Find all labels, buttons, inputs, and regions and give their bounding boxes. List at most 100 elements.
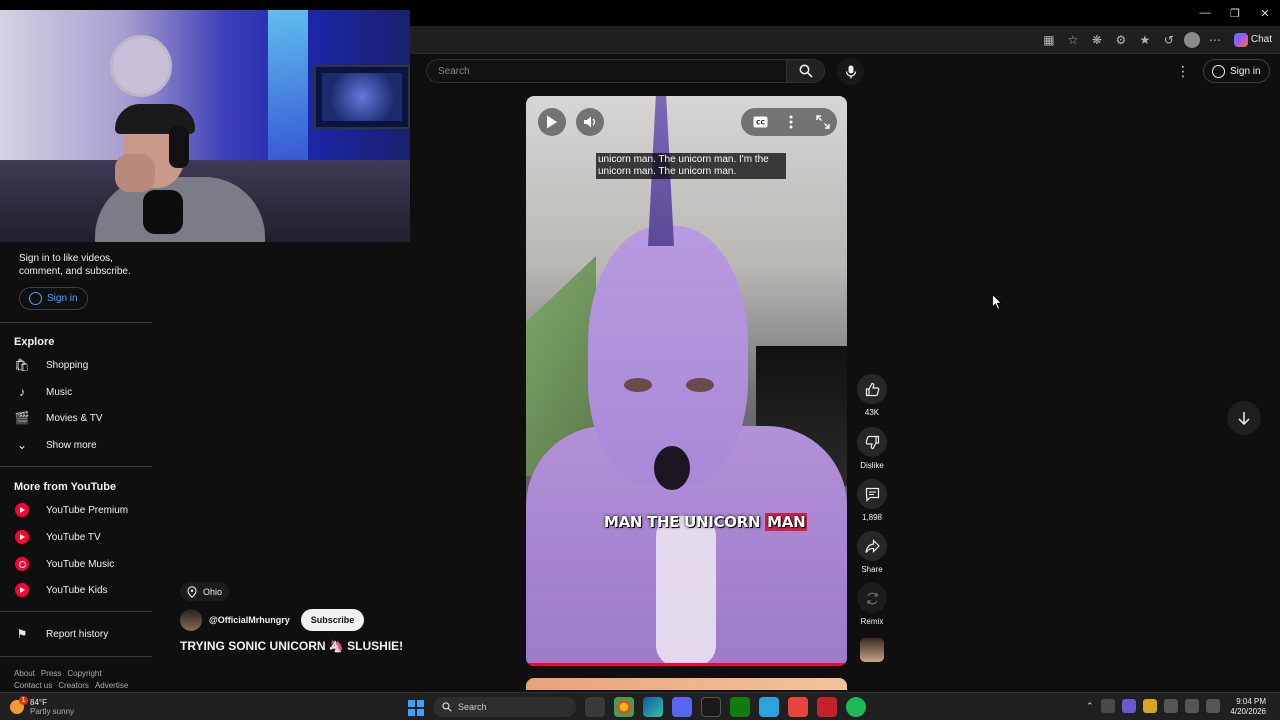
mouse-cursor-icon	[992, 294, 1002, 310]
search-icon	[799, 64, 813, 78]
search-placeholder: Search	[438, 65, 470, 77]
tray-app-icon[interactable]	[1121, 699, 1136, 713]
sidebar-item-show-more[interactable]: ⌄ Show more	[14, 435, 97, 455]
burned-in-caption: MAN THE UNICORN MAN	[604, 513, 808, 531]
windows-start-icon[interactable]	[408, 700, 424, 716]
search-button[interactable]	[787, 59, 825, 83]
taskbar-clock[interactable]: 9:04 PM 4/20/2026	[1230, 697, 1266, 717]
sidebar-item-shopping[interactable]: 🛍 Shopping	[14, 355, 88, 375]
footer-link-press[interactable]: Press	[41, 669, 61, 678]
shorts-video-player[interactable]: CC unicorn man. The unicorn man. I'm the…	[526, 96, 847, 666]
dislike-button[interactable]	[857, 427, 887, 457]
channel-handle[interactable]: @OfficialMrhungry	[209, 615, 290, 625]
tray-app-icon[interactable]	[1100, 699, 1115, 713]
share-button[interactable]	[857, 531, 887, 561]
footer-links-row1: About Press Copyright	[14, 669, 102, 678]
footer-link-creators[interactable]: Creators	[58, 681, 89, 690]
sidebar-item-youtube-music[interactable]: YouTube Music	[14, 554, 114, 574]
captions-button[interactable]: CC	[746, 108, 774, 136]
obs-icon[interactable]	[701, 697, 721, 717]
weather-widget[interactable]: 84°F Partly sunny	[10, 696, 74, 716]
next-short-preview[interactable]	[526, 678, 847, 690]
tray-speaker-icon[interactable]	[1205, 699, 1220, 713]
settings-menu-button[interactable]: ⋮	[1175, 63, 1191, 79]
video-title[interactable]: TRYING SONIC UNICORN 🦄 SLUSHIE!	[180, 639, 403, 653]
footer-link-contact[interactable]: Contact us	[14, 681, 52, 690]
restore-icon[interactable]: ❐	[1220, 7, 1250, 20]
like-button[interactable]	[857, 374, 887, 404]
more-options-icon[interactable]: ⋯	[1206, 31, 1224, 49]
sidebar-item-youtube-kids[interactable]: YouTube Kids	[14, 580, 108, 600]
header-signin-button[interactable]: Sign in	[1203, 59, 1270, 83]
weather-temperature: 84°F	[30, 698, 47, 707]
footer-link-about[interactable]: About	[14, 669, 35, 678]
subscribe-button[interactable]: Subscribe	[300, 609, 365, 631]
sidebar-signin-button[interactable]: Sign in	[19, 287, 88, 310]
tray-overflow-icon[interactable]: ⌃	[1086, 701, 1094, 712]
shopping-bag-icon: 🛍	[14, 358, 30, 372]
sidebar-item-report-history[interactable]: ⚑ Report history	[14, 624, 109, 644]
tray-mic-icon[interactable]	[1163, 699, 1178, 713]
maps-pin-icon[interactable]	[788, 697, 808, 717]
clock-date: 4/20/2026	[1230, 707, 1266, 716]
telegram-icon[interactable]	[759, 697, 779, 717]
search-input[interactable]: Search	[426, 59, 787, 83]
discord-icon[interactable]	[672, 697, 692, 717]
spotify-icon[interactable]	[846, 697, 866, 717]
closed-captions-icon: CC	[753, 116, 767, 128]
sidebar-item-music[interactable]: ♪ Music	[14, 382, 72, 402]
sidebar-item-youtube-tv[interactable]: YouTube TV	[14, 527, 101, 547]
channel-avatar[interactable]	[180, 609, 202, 631]
burned-in-caption-text: MAN THE UNICORN	[604, 513, 766, 531]
extensions-puzzle-icon[interactable]: ⚙	[1112, 31, 1130, 49]
clapperboard-icon: 🎬	[14, 411, 30, 425]
streaming-app-icon[interactable]	[817, 697, 837, 717]
sidebar-item-youtube-premium[interactable]: YouTube Premium	[14, 500, 128, 520]
minimize-icon[interactable]: —	[1190, 7, 1220, 19]
app-available-icon[interactable]: ▦	[1040, 31, 1058, 49]
favorites-icon[interactable]: ★	[1136, 31, 1154, 49]
volume-button[interactable]	[576, 108, 604, 136]
sidebar-item-label: Movies & TV	[46, 412, 103, 424]
svg-text:CC: CC	[756, 120, 765, 127]
edge-icon[interactable]	[643, 697, 663, 717]
play-button[interactable]	[538, 108, 566, 136]
sidebar-item-movies-tv[interactable]: 🎬 Movies & TV	[14, 408, 103, 428]
sidebar-item-label: YouTube Music	[46, 558, 115, 570]
voice-search-button[interactable]	[837, 58, 864, 85]
taskbar-search[interactable]: Search	[433, 697, 576, 717]
fullscreen-icon	[816, 115, 830, 129]
history-icon[interactable]: ↺	[1160, 31, 1178, 49]
location-label: Ohio	[203, 586, 223, 597]
tray-app-icon[interactable]	[1142, 699, 1157, 713]
sidebar-item-label: YouTube Kids	[46, 584, 108, 596]
remix-label: Remix	[860, 617, 884, 626]
task-view-icon[interactable]	[585, 697, 605, 717]
close-icon[interactable]: ✕	[1250, 7, 1280, 20]
player-more-button[interactable]	[777, 108, 805, 136]
location-chip[interactable]: Ohio	[180, 582, 230, 601]
profile-avatar[interactable]	[1183, 31, 1200, 48]
microphone-icon	[845, 65, 856, 78]
comments-button[interactable]	[857, 479, 887, 509]
fullscreen-button[interactable]	[809, 108, 837, 136]
tray-display-icon[interactable]	[1184, 699, 1199, 713]
remix-button[interactable]	[857, 583, 887, 613]
footer-link-advertise[interactable]: Advertise	[95, 681, 128, 690]
chrome-icon[interactable]	[614, 697, 634, 717]
location-pin-icon	[187, 585, 197, 598]
youtube-kids-icon	[15, 583, 29, 597]
tv-image	[314, 65, 410, 129]
copilot-chat-button[interactable]: Chat	[1233, 32, 1272, 47]
favorite-star-icon[interactable]: ☆	[1064, 31, 1082, 49]
footer-link-copyright[interactable]: Copyright	[67, 669, 101, 678]
video-progress-bar[interactable]	[526, 663, 847, 666]
channel-thumbnail[interactable]	[860, 638, 884, 662]
dislike-label: Dislike	[860, 461, 884, 470]
clock-time: 9:04 PM	[1236, 697, 1266, 706]
xbox-icon[interactable]	[730, 697, 750, 717]
share-arrow-icon	[864, 538, 880, 553]
next-video-button[interactable]	[1227, 401, 1261, 435]
extension-icon[interactable]: ❋	[1088, 31, 1106, 49]
sidebar-item-label: Shopping	[46, 359, 89, 371]
